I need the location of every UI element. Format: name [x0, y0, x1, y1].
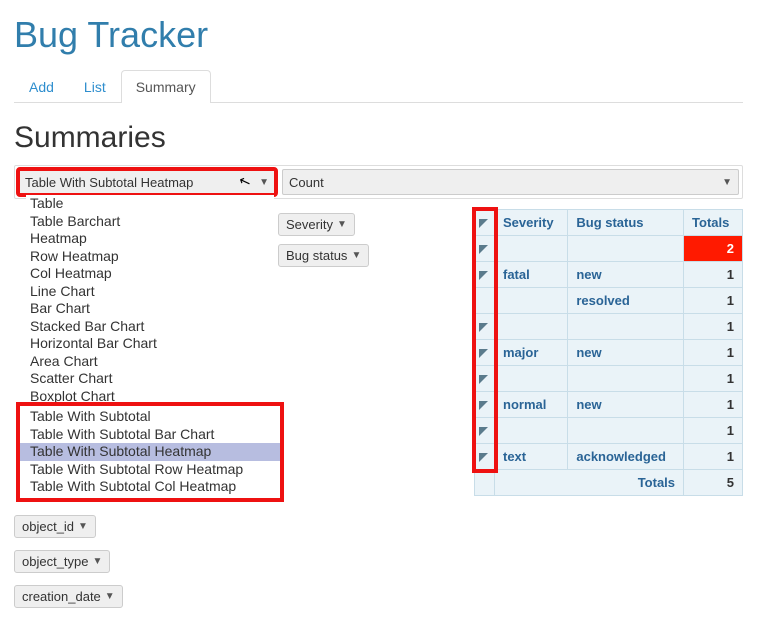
expand-toggle[interactable] [475, 236, 495, 262]
field-pill[interactable]: object_id▼ [14, 515, 96, 538]
triangle-icon [479, 401, 488, 410]
renderer-select[interactable]: Table With Subtotal Heatmap ▼ ↖ [18, 169, 276, 195]
pivot-value: 2 [684, 236, 743, 262]
row-attributes: Severity▼ Bug status▼ [278, 209, 468, 271]
pivot-col-header: Totals [684, 210, 743, 236]
renderer-option[interactable]: Horizontal Bar Chart [26, 335, 274, 353]
pivot-row-severity [495, 418, 568, 444]
renderer-option[interactable]: Stacked Bar Chart [26, 318, 274, 336]
triangle-icon [479, 453, 488, 462]
expand-toggle[interactable] [475, 210, 495, 236]
selector-row: Table With Subtotal Heatmap ▼ ↖ TableTab… [14, 165, 743, 199]
pivot-row-severity [495, 236, 568, 262]
renderer-option[interactable]: Table With Subtotal Row Heatmap [20, 461, 280, 479]
pivot-value: 1 [684, 366, 743, 392]
renderer-option[interactable]: Table With Subtotal [20, 408, 280, 426]
pivot-row-status: new [568, 340, 684, 366]
expand-toggle[interactable] [475, 340, 495, 366]
pivot-row-status [568, 236, 684, 262]
triangle-icon [479, 427, 488, 436]
expand-toggle[interactable] [475, 314, 495, 340]
expand-toggle[interactable] [475, 366, 495, 392]
field-pill[interactable]: creation_date▼ [14, 585, 123, 608]
renderer-option[interactable]: Col Heatmap [26, 265, 274, 283]
pivot-totals-value: 5 [684, 470, 743, 496]
renderer-option[interactable]: Line Chart [26, 283, 274, 301]
expand-toggle[interactable] [475, 418, 495, 444]
pivot-row-status: acknowledged [568, 444, 684, 470]
triangle-icon [479, 349, 488, 358]
chevron-down-icon: ▼ [93, 556, 103, 567]
triangle-icon [479, 323, 488, 332]
renderer-option[interactable]: Row Heatmap [26, 248, 274, 266]
renderer-option[interactable]: Area Chart [26, 353, 274, 371]
renderer-option[interactable]: Table With Subtotal Heatmap [20, 443, 280, 461]
pivot-row-status: new [568, 392, 684, 418]
pivot-row-severity [495, 288, 568, 314]
section-heading: Summaries [14, 121, 743, 155]
triangle-icon [479, 245, 488, 254]
chevron-down-icon: ▼ [722, 177, 732, 188]
chevron-down-icon: ▼ [105, 591, 115, 602]
pivot-row-status [568, 366, 684, 392]
chevron-down-icon: ▼ [337, 219, 347, 230]
renderer-option[interactable]: Table Barchart [26, 213, 274, 231]
expand-toggle[interactable] [475, 392, 495, 418]
renderer-option[interactable]: Table [26, 195, 274, 213]
pivot-value: 1 [684, 288, 743, 314]
pivot-row-severity: major [495, 340, 568, 366]
renderer-option[interactable]: Table With Subtotal Col Heatmap [20, 478, 280, 496]
tab-summary[interactable]: Summary [121, 70, 211, 103]
pivot-row-status: new [568, 262, 684, 288]
renderer-option[interactable]: Scatter Chart [26, 370, 274, 388]
renderer-option[interactable]: Heatmap [26, 230, 274, 248]
pivot-table: SeverityBug statusTotals2fatalnew1resolv… [474, 209, 743, 496]
pivot-row-status [568, 314, 684, 340]
pivot-row-status [568, 418, 684, 444]
renderer-option[interactable]: Boxplot Chart [26, 388, 274, 406]
pivot-value: 1 [684, 444, 743, 470]
pivot-col-header: Bug status [568, 210, 684, 236]
pivot-totals-label: Totals [495, 470, 684, 496]
chevron-down-icon: ▼ [351, 250, 361, 261]
aggregator-select[interactable]: Count ▼ [282, 169, 739, 195]
pivot-value: 1 [684, 340, 743, 366]
pivot-value: 1 [684, 314, 743, 340]
chevron-down-icon: ▼ [78, 521, 88, 532]
pivot-row-severity: fatal [495, 262, 568, 288]
page-title: Bug Tracker [14, 14, 743, 56]
aggregator-select-value: Count [289, 175, 324, 190]
expand-toggle[interactable] [475, 262, 495, 288]
row-attr-pill[interactable]: Bug status▼ [278, 244, 369, 267]
tab-list[interactable]: List [69, 70, 121, 103]
pivot-row-severity [495, 314, 568, 340]
renderer-option[interactable]: Bar Chart [26, 300, 274, 318]
expand-toggle[interactable] [475, 444, 495, 470]
pivot-value: 1 [684, 262, 743, 288]
renderer-dropdown[interactable]: TableTable BarchartHeatmapRow HeatmapCol… [26, 195, 274, 498]
tab-add[interactable]: Add [14, 70, 69, 103]
pivot-col-header: Severity [495, 210, 568, 236]
triangle-icon [479, 219, 488, 228]
pivot-value: 1 [684, 418, 743, 444]
pivot-row-severity: normal [495, 392, 568, 418]
pivot-row-status: resolved [568, 288, 684, 314]
renderer-option[interactable]: Table With Subtotal Bar Chart [20, 426, 280, 444]
pivot-value: 1 [684, 392, 743, 418]
pivot-row-severity [495, 366, 568, 392]
row-attr-pill[interactable]: Severity▼ [278, 213, 355, 236]
chevron-down-icon: ▼ [259, 177, 269, 188]
tab-bar: Add List Summary [14, 70, 743, 103]
field-pill[interactable]: object_type▼ [14, 550, 110, 573]
unused-fields: object_id▼ object_type▼ creation_date▼ [14, 509, 272, 614]
renderer-select-value: Table With Subtotal Heatmap [25, 175, 193, 190]
triangle-icon [479, 271, 488, 280]
cursor-icon: ↖ [236, 172, 253, 192]
pivot-row-severity: text [495, 444, 568, 470]
triangle-icon [479, 375, 488, 384]
expand-toggle[interactable] [475, 288, 495, 314]
